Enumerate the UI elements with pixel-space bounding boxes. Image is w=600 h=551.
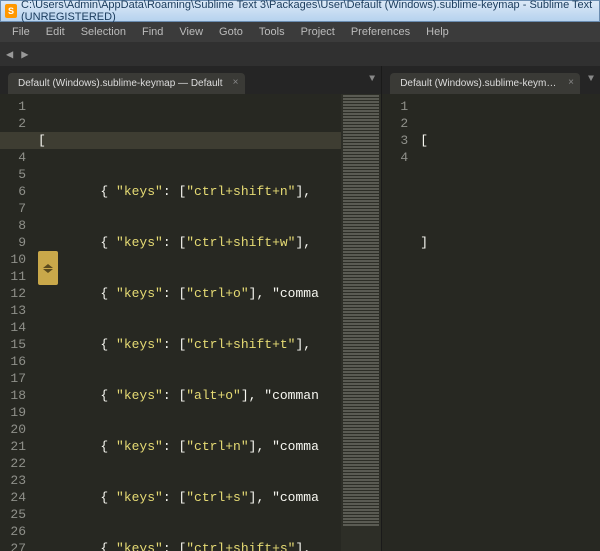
gutter-right: 1 2 3 4 (382, 94, 416, 551)
line-number: 1 (0, 98, 26, 115)
line-number: 9 (0, 234, 26, 251)
code-line: { "keys": ["ctrl+o"], "comma (38, 285, 341, 302)
window-title: C:\Users\Admin\AppData\Roaming\Sublime T… (21, 0, 595, 23)
code-line: { "keys": ["ctrl+s"], "comma (38, 489, 341, 506)
editor-right[interactable]: 1 2 3 4 [ ] (382, 94, 600, 551)
line-number: 23 (0, 472, 26, 489)
line-number: 25 (0, 506, 26, 523)
menu-goto[interactable]: Goto (211, 24, 251, 40)
line-number: 7 (0, 200, 26, 217)
line-number: 17 (0, 370, 26, 387)
code-line: [ (38, 132, 341, 149)
line-number: 13 (0, 302, 26, 319)
menu-tools[interactable]: Tools (251, 24, 293, 40)
menu-selection[interactable]: Selection (73, 24, 134, 40)
code-right[interactable]: [ ] (416, 94, 600, 551)
code-line: { "keys": ["ctrl+shift+w"], (38, 234, 341, 251)
line-number: 15 (0, 336, 26, 353)
line-number: 24 (0, 489, 26, 506)
code-line (420, 285, 600, 302)
line-number: 14 (0, 319, 26, 336)
line-number: 1 (382, 98, 408, 115)
pane-right: Default (Windows).sublime-keymap — User … (382, 66, 600, 551)
editor-left[interactable]: 1 2 3 4 5 6 7 8 9 10 11 12 13 14 15 16 1… (0, 94, 381, 551)
titlebar[interactable]: S C:\Users\Admin\AppData\Roaming\Sublime… (0, 0, 600, 22)
pane-left: Default (Windows).sublime-keymap — Defau… (0, 66, 382, 551)
close-icon[interactable]: × (568, 77, 574, 88)
panes-container: Default (Windows).sublime-keymap — Defau… (0, 66, 600, 551)
code-line: { "keys": ["alt+o"], "comman (38, 387, 341, 404)
line-number: 26 (0, 523, 26, 540)
code-line: [ (420, 132, 600, 149)
code-line: { "keys": ["ctrl+n"], "comma (38, 438, 341, 455)
line-number: 4 (382, 149, 408, 166)
line-number: 2 (0, 115, 26, 132)
line-number: 10 (0, 251, 26, 268)
line-number: 27 (0, 540, 26, 551)
minimap-left[interactable] (341, 94, 381, 551)
tab-label: Default (Windows).sublime-keymap — User (400, 78, 580, 89)
line-number: 5 (0, 166, 26, 183)
line-number: 3 (382, 132, 408, 149)
line-number: 18 (0, 387, 26, 404)
line-number: 19 (0, 404, 26, 421)
code-line: { "keys": ["ctrl+shift+n"], (38, 183, 341, 200)
tab-label: Default (Windows).sublime-keymap — Defau… (18, 78, 223, 89)
tabbar-right: Default (Windows).sublime-keymap — User … (382, 66, 600, 94)
close-icon[interactable]: × (233, 77, 239, 88)
line-number: 16 (0, 353, 26, 370)
chevron-down-icon[interactable]: ▼ (369, 74, 375, 85)
line-number: 11 (0, 268, 26, 285)
line-number: 6 (0, 183, 26, 200)
code-line: { "keys": ["ctrl+shift+t"], (38, 336, 341, 353)
menu-project[interactable]: Project (293, 24, 343, 40)
bookmark-icon[interactable] (38, 251, 58, 285)
line-number: 22 (0, 455, 26, 472)
navbar: ◀ ▶ (0, 42, 600, 66)
tabbar-left: Default (Windows).sublime-keymap — Defau… (0, 66, 381, 94)
nav-back-icon[interactable]: ◀ (6, 47, 13, 62)
tab-default-keymap[interactable]: Default (Windows).sublime-keymap — Defau… (8, 73, 245, 94)
menu-find[interactable]: Find (134, 24, 171, 40)
line-number: 20 (0, 421, 26, 438)
menubar: File Edit Selection Find View Goto Tools… (0, 22, 600, 42)
gutter-left: 1 2 3 4 5 6 7 8 9 10 11 12 13 14 15 16 1… (0, 94, 34, 551)
line-number: 8 (0, 217, 26, 234)
menu-file[interactable]: File (4, 24, 38, 40)
line-number: 4 (0, 149, 26, 166)
line-number: 2 (382, 115, 408, 132)
tab-user-keymap[interactable]: Default (Windows).sublime-keymap — User … (390, 73, 580, 94)
menu-edit[interactable]: Edit (38, 24, 73, 40)
chevron-down-icon[interactable]: ▼ (588, 74, 594, 85)
app-icon: S (5, 4, 17, 18)
menu-preferences[interactable]: Preferences (343, 24, 418, 40)
nav-forward-icon[interactable]: ▶ (21, 47, 28, 62)
code-line: ] (420, 234, 600, 251)
line-number: 21 (0, 438, 26, 455)
code-line: { "keys": ["ctrl+shift+s"], (38, 540, 341, 551)
line-number: 12 (0, 285, 26, 302)
code-line (420, 183, 600, 200)
code-left[interactable]: [ { "keys": ["ctrl+shift+n"], { "keys": … (34, 94, 341, 551)
menu-help[interactable]: Help (418, 24, 457, 40)
menu-view[interactable]: View (171, 24, 211, 40)
